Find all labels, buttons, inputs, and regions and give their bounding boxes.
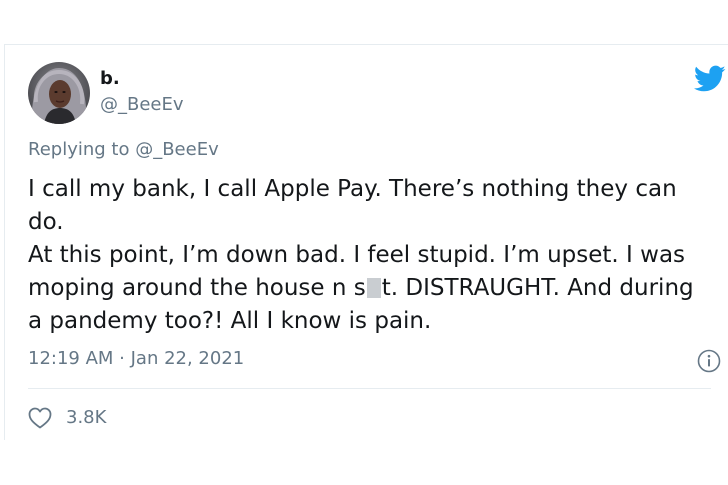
tweet-paragraph-1: I call my bank, I call Apple Pay. There’… xyxy=(28,176,677,235)
heart-icon xyxy=(28,407,52,429)
info-icon[interactable] xyxy=(697,349,721,373)
user-handle[interactable]: @_BeeEv xyxy=(100,94,184,116)
twitter-bird-icon[interactable] xyxy=(694,65,726,93)
avatar-image xyxy=(28,62,90,124)
avatar[interactable] xyxy=(28,62,90,124)
replying-to-label: Replying to xyxy=(28,139,136,160)
divider xyxy=(28,388,711,389)
like-button[interactable]: 3.8K xyxy=(28,405,106,431)
display-name[interactable]: b. xyxy=(100,68,120,90)
tweet-card: b. @_BeeEv Replying to @_BeeEv I call my… xyxy=(4,44,728,440)
replying-to: Replying to @_BeeEv xyxy=(28,139,219,161)
reply-handle-link[interactable]: @_BeeEv xyxy=(135,139,219,160)
like-count: 3.8K xyxy=(66,407,107,428)
tweet-paragraph-2: At this point, I’m down bad. I feel stup… xyxy=(28,239,708,338)
tweet-timestamp[interactable]: 12:19 AM · Jan 22, 2021 xyxy=(28,348,244,370)
tweet-text: I call my bank, I call Apple Pay. There’… xyxy=(28,173,708,338)
censor-block xyxy=(366,278,381,298)
